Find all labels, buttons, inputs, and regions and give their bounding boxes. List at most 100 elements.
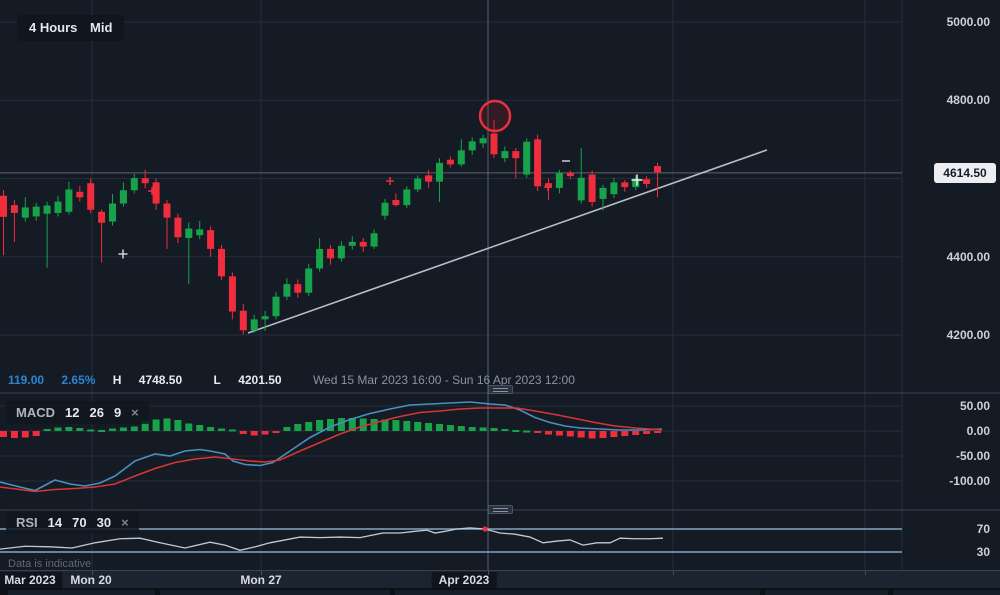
time-axis-tick	[261, 571, 262, 575]
candle-body	[382, 203, 389, 216]
macd-histogram-bar	[480, 428, 487, 432]
candle-body	[360, 242, 367, 247]
indicator-param: 70	[72, 515, 86, 530]
trendline-annotation[interactable]	[248, 150, 767, 333]
macd-histogram-bar	[403, 421, 410, 431]
candle-body	[164, 204, 171, 218]
candle-body	[621, 182, 628, 187]
trading-chart-app: 4 Hours Mid 119.00 2.65% H 4748.50 L 420…	[0, 0, 1000, 595]
macd-histogram-bar	[174, 420, 181, 431]
candle-body	[643, 179, 650, 184]
macd-histogram-bar	[55, 428, 62, 432]
macd-histogram-bar	[153, 420, 160, 432]
macd-histogram-bar	[545, 431, 552, 435]
candle-body	[76, 192, 83, 197]
candle-body	[567, 173, 574, 176]
macd-histogram-bar	[131, 427, 138, 432]
macd-histogram-bar	[164, 419, 171, 432]
time-axis-label: Mon 20	[63, 572, 118, 588]
macd-histogram-bar	[447, 425, 454, 431]
candle-body	[327, 249, 334, 258]
candle-body	[240, 311, 247, 331]
bottom-strip-segment	[765, 590, 888, 595]
macd-histogram-bar	[229, 430, 236, 432]
macd-histogram-bar	[218, 429, 225, 432]
candle-body	[414, 179, 421, 190]
price-axis-label: 4400.00	[900, 250, 990, 264]
candle-body	[120, 190, 127, 203]
bottom-strip-segment	[8, 590, 155, 595]
indicator-param: 9	[114, 405, 121, 420]
candle-body	[273, 297, 280, 317]
macd-histogram-bar	[643, 431, 650, 434]
candle-body	[153, 182, 160, 203]
macd-histogram-bar	[567, 431, 574, 437]
macd-histogram-bar	[621, 431, 628, 436]
candle-body	[610, 182, 617, 194]
candle-body	[55, 202, 62, 213]
candle-body	[262, 316, 269, 319]
candle-body	[65, 189, 72, 211]
candle-body	[469, 141, 476, 150]
candle-body	[22, 207, 29, 217]
macd-axis-label: -50.00	[900, 449, 990, 463]
rsi-indicator-label: RSI147030×	[6, 511, 139, 534]
price-mode-button[interactable]: Mid	[78, 15, 124, 41]
change-percent: 2.65%	[61, 373, 95, 387]
macd-histogram-bar	[273, 431, 280, 433]
candle-body	[654, 166, 661, 172]
close-icon[interactable]: ×	[131, 405, 139, 420]
candle-body	[436, 163, 443, 182]
candle-body	[578, 178, 585, 201]
candle-body	[392, 200, 399, 205]
bottom-strip-segment	[160, 590, 390, 595]
macd-title: MACD	[16, 405, 55, 420]
macd-histogram-bar	[240, 431, 247, 434]
macd-histogram-bar	[44, 429, 51, 431]
candle-body	[316, 249, 323, 269]
macd-histogram-bar	[458, 426, 465, 431]
candle-body	[501, 151, 508, 158]
macd-histogram-bar	[632, 431, 639, 435]
macd-histogram-bar	[262, 431, 269, 435]
indicator-param: 26	[89, 405, 103, 420]
close-icon[interactable]: ×	[121, 515, 129, 530]
time-axis-label: Apr 2023	[432, 572, 497, 588]
macd-histogram-bar	[22, 431, 29, 438]
candle-body	[305, 268, 312, 292]
macd-histogram-bar	[501, 429, 508, 431]
candle-body	[338, 246, 345, 259]
macd-histogram-bar	[33, 431, 40, 436]
macd-histogram-bar	[534, 431, 541, 433]
candle-body	[11, 205, 18, 213]
indicator-param: 12	[65, 405, 79, 420]
candle-body	[600, 188, 607, 199]
candle-body	[251, 319, 258, 330]
footnote: Data is indicative	[8, 558, 91, 570]
macd-histogram-bar	[294, 424, 301, 431]
date-range: Wed 15 Mar 2023 16:00 - Sun 16 Apr 2023 …	[313, 373, 575, 387]
change-value: 119.00	[8, 373, 44, 387]
candle-body	[425, 175, 432, 181]
panel-resize-handle[interactable]	[488, 505, 513, 514]
candle-body	[491, 134, 498, 155]
macd-histogram-bar	[589, 431, 596, 439]
macd-histogram-bar	[414, 422, 421, 431]
candle-body	[447, 160, 454, 165]
macd-histogram-bar	[0, 431, 7, 437]
time-axis-tick	[865, 571, 866, 575]
macd-histogram-bar	[512, 430, 519, 432]
candle-body	[0, 196, 7, 217]
rsi-axis-label: 30	[900, 545, 990, 559]
macd-histogram-bar	[610, 431, 617, 437]
macd-histogram-bar	[654, 431, 661, 433]
candle-body	[458, 150, 465, 164]
macd-indicator-label: MACD 12 26 9 ×	[6, 401, 149, 424]
circle-annotation[interactable]	[480, 101, 510, 131]
candle-body	[371, 233, 378, 246]
macd-histogram-bar	[578, 431, 585, 438]
macd-histogram-bar	[371, 419, 378, 431]
indicator-param: 30	[97, 515, 111, 530]
panel-resize-handle[interactable]	[488, 385, 513, 394]
bottom-strip-segment	[395, 590, 760, 595]
